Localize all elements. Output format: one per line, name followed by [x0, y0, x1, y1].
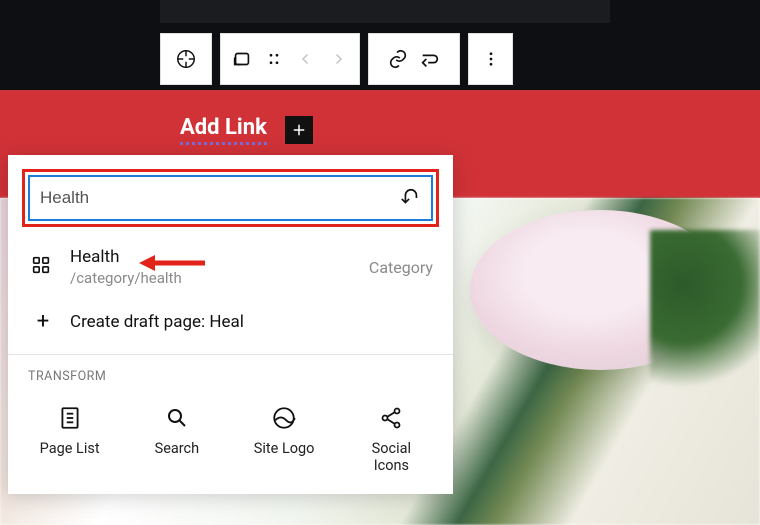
share-icon [377, 404, 405, 432]
search-result-item[interactable]: Health /category/health Category [8, 237, 453, 297]
navigation-block-icon [173, 46, 199, 72]
plus-icon: + [30, 309, 56, 334]
toolbar-group-link [368, 33, 460, 85]
result-text-block: Health /category/health [70, 247, 369, 287]
add-link-label[interactable]: Add Link [180, 115, 267, 145]
transform-label: Search [155, 440, 200, 457]
annotation-highlight-box [22, 169, 439, 227]
transform-label: Site Logo [254, 440, 315, 457]
block-type-button[interactable] [160, 33, 212, 85]
create-draft-label: Create draft page: Heal [70, 312, 244, 332]
select-parent-icon[interactable] [229, 46, 255, 72]
category-grid-icon [30, 254, 56, 280]
transform-label: Page List [40, 440, 100, 457]
divider [8, 354, 453, 355]
transform-options: Page List Search Site Logo Social Icons [8, 398, 453, 486]
site-logo-icon [270, 404, 298, 432]
result-path: /category/health [70, 269, 369, 287]
drag-handle-icon[interactable] [261, 46, 287, 72]
transform-search[interactable]: Search [123, 398, 230, 480]
plant-photo-element [650, 230, 760, 410]
create-draft-option[interactable]: + Create draft page: Heal [8, 297, 453, 350]
page-list-icon [56, 404, 84, 432]
search-field-wrapper [28, 175, 433, 221]
result-type: Category [369, 258, 433, 277]
submenu-icon[interactable] [417, 46, 443, 72]
more-vertical-icon [478, 46, 504, 72]
link-popover: Health /category/health Category + Creat… [8, 155, 453, 494]
submit-icon[interactable] [399, 187, 421, 209]
move-right-icon[interactable] [325, 46, 351, 72]
add-block-button[interactable] [285, 116, 313, 144]
move-left-icon[interactable] [293, 46, 319, 72]
transform-label: Social Icons [372, 440, 411, 474]
block-toolbar [160, 33, 513, 85]
toolbar-group-selection [220, 33, 360, 85]
transform-site-logo[interactable]: Site Logo [231, 398, 338, 480]
transform-heading: TRANSFORM [8, 369, 453, 398]
transform-page-list[interactable]: Page List [16, 398, 123, 480]
transform-social-icons[interactable]: Social Icons [338, 398, 445, 480]
options-button[interactable] [468, 33, 513, 85]
inner-block-preview [160, 0, 610, 23]
link-search-input[interactable] [40, 188, 399, 208]
link-icon[interactable] [385, 46, 411, 72]
result-title: Health [70, 247, 369, 267]
search-icon [163, 404, 191, 432]
nav-item-placeholder: Add Link [180, 115, 313, 145]
